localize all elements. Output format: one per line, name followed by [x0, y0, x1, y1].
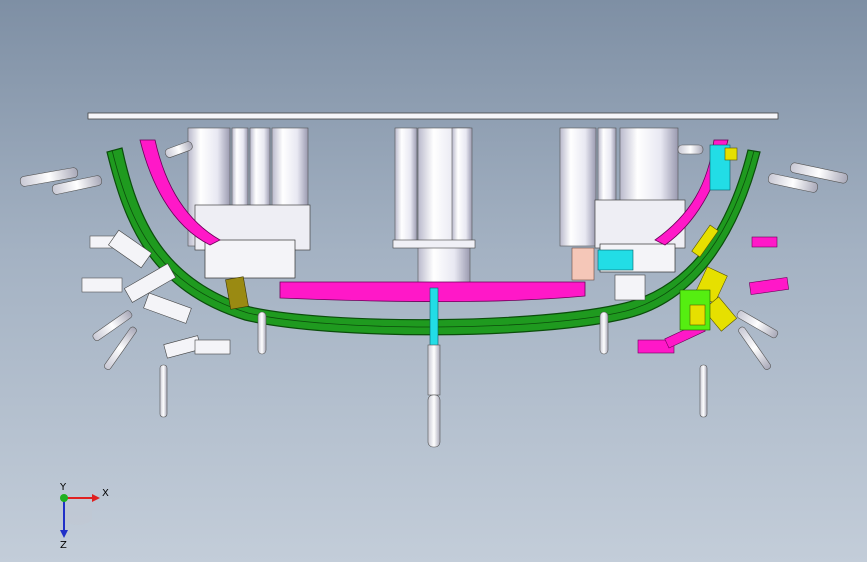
x-axis-arrow-icon — [92, 494, 100, 502]
y-axis-label: Y — [59, 482, 67, 493]
center-cylinder-group — [392, 127, 476, 289]
3d-viewport[interactable]: X Y Z — [0, 0, 867, 562]
peach-block — [571, 247, 595, 281]
top-mounting-plate — [87, 112, 779, 120]
z-axis-label: Z — [60, 540, 67, 550]
z-axis-arrow-icon — [60, 530, 68, 538]
y-axis-dot-icon — [60, 494, 68, 502]
x-axis-label: X — [102, 488, 109, 499]
cad-assembly-model[interactable] — [0, 0, 867, 562]
coordinate-triad: X Y Z — [59, 482, 109, 550]
left-cylinder-group — [187, 127, 311, 279]
